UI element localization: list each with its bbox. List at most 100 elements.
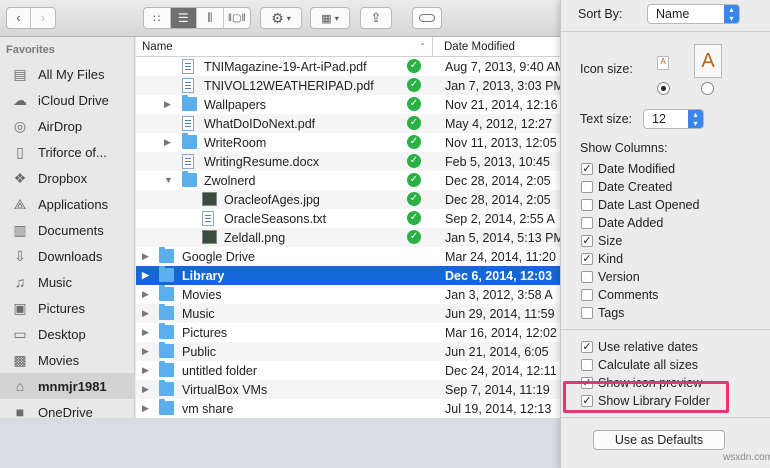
checkbox-option[interactable]: Date Added bbox=[581, 214, 663, 232]
small-icon-radio[interactable] bbox=[657, 82, 670, 95]
sidebar-item[interactable]: ▣ Pictures bbox=[0, 295, 134, 321]
date-modified: Aug 7, 2013, 9:40 AM bbox=[445, 59, 560, 74]
file-row[interactable]: ▶ Library Dec 6, 2014, 12:03 bbox=[136, 266, 560, 285]
sidebar-item[interactable]: ❖ Dropbox bbox=[0, 165, 134, 191]
disclosure-collapsed-icon[interactable]: ▶ bbox=[142, 327, 149, 338]
back-button[interactable]: ‹ bbox=[7, 8, 32, 28]
share-button[interactable]: ⇪ bbox=[360, 7, 392, 29]
file-row[interactable]: TNIMagazine-19-Art-iPad.pdf ✓ Aug 7, 2013,… bbox=[136, 57, 560, 76]
date-column-header[interactable]: Date Modified bbox=[433, 41, 515, 53]
sidebar-item[interactable]: ▤ All My Files bbox=[0, 61, 134, 87]
checkbox-checked-icon[interactable]: ✓ bbox=[581, 341, 593, 353]
text-size-select[interactable]: 12 ▴ ▾ bbox=[643, 109, 704, 129]
name-column-header[interactable]: Name ⌃ bbox=[136, 37, 433, 56]
checkbox-checked-icon[interactable]: ✓ bbox=[581, 235, 593, 247]
checkbox-option[interactable]: Date Created bbox=[581, 178, 672, 196]
date-modified: Jun 21, 2014, 6:05 bbox=[445, 344, 549, 359]
file-row[interactable]: ▶ Wallpapers ✓ Nov 21, 2014, 12:16 bbox=[136, 95, 560, 114]
cover-flow-button[interactable]: ‖▢‖ bbox=[224, 8, 250, 28]
file-row[interactable]: Zeldall.png ✓ Jan 5, 2014, 5:13 PM bbox=[136, 228, 560, 247]
document-icon bbox=[182, 116, 194, 131]
stepper-arrows-icon: ▴ ▾ bbox=[688, 110, 703, 128]
file-row[interactable]: OracleSeasons.txt ✓ Sep 2, 2014, 2:55 A bbox=[136, 209, 560, 228]
sidebar-item[interactable]: ⟁ Applications bbox=[0, 191, 134, 217]
checkbox-option[interactable]: Tags bbox=[581, 304, 624, 322]
chevron-down-icon: ▾ bbox=[334, 13, 339, 23]
disclosure-collapsed-icon[interactable]: ▶ bbox=[142, 308, 149, 319]
file-row[interactable]: ▼ Zwolnerd ✓ Dec 28, 2014, 2:05 bbox=[136, 171, 560, 190]
date-modified: Jul 19, 2014, 12:13 bbox=[445, 401, 552, 416]
file-row[interactable]: WhatDoIDoNext.pdf ✓ May 4, 2012, 12:27 bbox=[136, 114, 560, 133]
file-row[interactable]: TNIVOL12WEATHERIPAD.pdf ✓ Jan 7, 2013, 3:0… bbox=[136, 76, 560, 95]
sidebar-item-label: OneDrive bbox=[38, 404, 93, 419]
sidebar-item[interactable]: ☁ iCloud Drive bbox=[0, 87, 134, 113]
file-row[interactable]: ▶ WriteRoom ✓ Nov 11, 2013, 12:05 bbox=[136, 133, 560, 152]
checkbox-option[interactable]: Calculate all sizes bbox=[581, 356, 698, 374]
camera-icon: ▣ bbox=[13, 299, 27, 316]
disclosure-collapsed-icon[interactable]: ▶ bbox=[142, 251, 149, 262]
disclosure-collapsed-icon[interactable]: ▶ bbox=[142, 403, 149, 414]
sidebar-item[interactable]: ▥ Documents bbox=[0, 217, 134, 243]
sidebar-item[interactable]: ♫ Music bbox=[0, 269, 134, 295]
disclosure-collapsed-icon[interactable]: ▶ bbox=[164, 99, 171, 110]
disclosure-collapsed-icon[interactable]: ▶ bbox=[142, 346, 149, 357]
checkbox-option[interactable]: ✓ Date Modified bbox=[581, 160, 675, 178]
sidebar-item[interactable]: ■ OneDrive bbox=[0, 399, 134, 418]
sync-check-icon: ✓ bbox=[407, 116, 421, 130]
forward-button[interactable]: › bbox=[31, 8, 55, 28]
sidebar-item[interactable]: ⌂ mnmjr1981 bbox=[0, 373, 134, 399]
checkbox-unchecked-icon[interactable] bbox=[581, 199, 593, 211]
disclosure-collapsed-icon[interactable]: ▶ bbox=[164, 137, 171, 148]
file-row[interactable]: ▶ Pictures Mar 16, 2014, 12:02 bbox=[136, 323, 560, 342]
file-row[interactable]: ▶ Movies Jan 3, 2012, 3:58 A bbox=[136, 285, 560, 304]
sidebar-item[interactable]: ▭ Desktop bbox=[0, 321, 134, 347]
checkbox-option[interactable]: ✓ Use relative dates bbox=[581, 338, 698, 356]
sidebar-item[interactable]: ◎ AirDrop bbox=[0, 113, 134, 139]
file-row[interactable]: ▶ VirtualBox VMs Sep 7, 2014, 11:19 bbox=[136, 380, 560, 399]
file-row[interactable]: OracleofAges.jpg ✓ Dec 28, 2014, 2:05 bbox=[136, 190, 560, 209]
sort-by-select[interactable]: Name ▴ ▾ bbox=[647, 4, 740, 24]
checkbox-option[interactable]: ✓ Size bbox=[581, 232, 622, 250]
checkbox-option[interactable]: Comments bbox=[581, 286, 658, 304]
file-row[interactable]: ▶ untitled folder Dec 24, 2014, 12:11 bbox=[136, 361, 560, 380]
list-icon: ☰ bbox=[177, 11, 189, 25]
file-row[interactable]: ▶ Google Drive Mar 24, 2014, 11:20 bbox=[136, 247, 560, 266]
use-as-defaults-button[interactable]: Use as Defaults bbox=[593, 430, 725, 450]
sync-check-icon: ✓ bbox=[407, 59, 421, 73]
large-icon-radio[interactable] bbox=[701, 82, 714, 95]
sidebar-item[interactable]: ▯ Triforce of... bbox=[0, 139, 134, 165]
icon-view-button[interactable]: ∷ bbox=[144, 8, 171, 28]
column-view-button[interactable]: ⫼ bbox=[197, 8, 224, 28]
disclosure-collapsed-icon[interactable]: ▶ bbox=[142, 270, 149, 281]
file-name: OracleofAges.jpg bbox=[224, 192, 320, 207]
checkbox-option[interactable]: ✓ Kind bbox=[581, 250, 623, 268]
arrange-menu-button[interactable]: ▦ ▾ bbox=[310, 7, 350, 29]
sidebar-item-label: Desktop bbox=[38, 326, 86, 342]
checkbox-checked-icon[interactable]: ✓ bbox=[581, 163, 593, 175]
checkbox-unchecked-icon[interactable] bbox=[581, 359, 593, 371]
checkbox-unchecked-icon[interactable] bbox=[581, 289, 593, 301]
tags-button[interactable] bbox=[412, 7, 442, 29]
image-file-icon bbox=[202, 230, 217, 244]
sidebar-item[interactable]: ▩ Movies bbox=[0, 347, 134, 373]
checkbox-unchecked-icon[interactable] bbox=[581, 181, 593, 193]
folder-icon bbox=[159, 399, 174, 415]
file-row[interactable]: ▶ Music Jun 29, 2014, 11:59 bbox=[136, 304, 560, 323]
checkbox-option[interactable]: Version bbox=[581, 268, 640, 286]
disclosure-collapsed-icon[interactable]: ▶ bbox=[142, 289, 149, 300]
checkbox-unchecked-icon[interactable] bbox=[581, 217, 593, 229]
disclosure-collapsed-icon[interactable]: ▶ bbox=[142, 365, 149, 376]
file-name: Public bbox=[182, 344, 217, 359]
disclosure-collapsed-icon[interactable]: ▶ bbox=[142, 384, 149, 395]
file-row[interactable]: ▶ vm share Jul 19, 2014, 12:13 bbox=[136, 399, 560, 418]
disclosure-expanded-icon[interactable]: ▼ bbox=[164, 175, 173, 185]
checkbox-option[interactable]: Date Last Opened bbox=[581, 196, 699, 214]
checkbox-unchecked-icon[interactable] bbox=[581, 307, 593, 319]
sidebar-item[interactable]: ⇩ Downloads bbox=[0, 243, 134, 269]
list-view-button[interactable]: ☰ bbox=[170, 8, 197, 28]
checkbox-checked-icon[interactable]: ✓ bbox=[581, 253, 593, 265]
checkbox-unchecked-icon[interactable] bbox=[581, 271, 593, 283]
file-row[interactable]: WritingResume.docx ✓ Feb 5, 2013, 10:45 bbox=[136, 152, 560, 171]
action-menu-button[interactable]: ⚙ ▾ bbox=[260, 7, 302, 29]
file-row[interactable]: ▶ Public Jun 21, 2014, 6:05 bbox=[136, 342, 560, 361]
